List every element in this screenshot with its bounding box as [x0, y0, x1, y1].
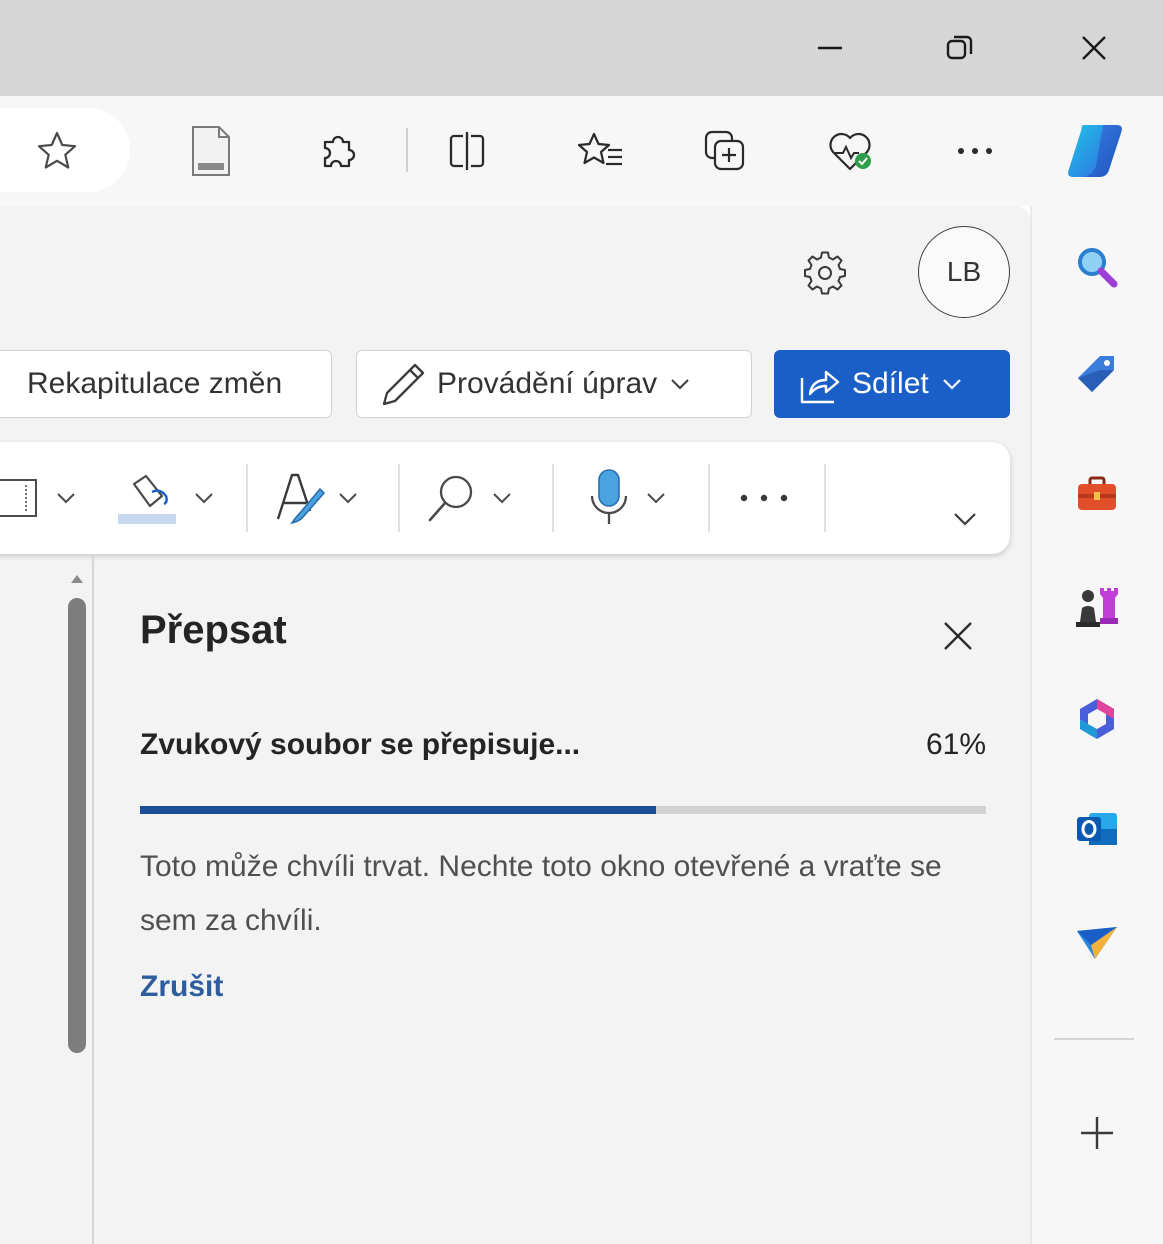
sidebar-drop-button[interactable]	[1060, 906, 1134, 980]
sidebar-m365-button[interactable]	[1060, 682, 1134, 756]
progress-bar-fill	[140, 806, 657, 814]
settings-button[interactable]	[792, 240, 858, 306]
immersive-reader-button[interactable]	[176, 116, 246, 186]
find-icon	[428, 475, 473, 522]
close-icon	[1082, 36, 1106, 60]
ribbon-divider	[552, 464, 554, 532]
borders-button[interactable]	[0, 456, 100, 540]
scroll-up-arrow[interactable]	[66, 568, 88, 590]
shading-icon	[118, 474, 176, 524]
borders-icon	[0, 479, 37, 517]
share-button[interactable]: Sdílet	[774, 350, 1010, 418]
title-bar	[0, 0, 1163, 96]
dictate-button[interactable]	[584, 456, 694, 540]
gear-icon	[804, 251, 846, 295]
more-icon	[740, 494, 788, 502]
ribbon-divider	[246, 464, 248, 532]
copilot-icon	[1068, 125, 1122, 177]
review-changes-button[interactable]: Rekapitulace změn	[0, 350, 332, 418]
sidebar-games-button[interactable]	[1060, 568, 1134, 642]
restore-icon	[946, 35, 973, 60]
toolbar-divider	[406, 128, 408, 172]
chevron-down-icon	[195, 493, 213, 504]
chevron-down-icon	[493, 493, 511, 504]
address-bar[interactable]	[0, 108, 130, 192]
chevron-down-icon	[942, 379, 961, 390]
pane-divider	[92, 554, 94, 1244]
outlook-icon	[1077, 813, 1117, 845]
sidebar-divider	[1054, 1038, 1134, 1040]
extensions-icon	[323, 135, 356, 168]
close-window-button[interactable]	[1054, 20, 1134, 76]
sidebar-add-button[interactable]	[1060, 1096, 1134, 1170]
copilot-button[interactable]	[1060, 116, 1130, 186]
info-message: Toto může chvíli trvat. Nechte toto okno…	[140, 850, 942, 937]
shading-button[interactable]	[116, 456, 236, 540]
styles-icon	[276, 473, 326, 525]
favorites-icon	[577, 132, 622, 166]
collections-icon	[704, 130, 745, 171]
ribbon-divider	[398, 464, 400, 532]
microsoft-365-icon	[1080, 699, 1114, 739]
favorite-star-icon	[37, 131, 77, 169]
tools-icon	[1078, 476, 1116, 510]
expand-icon	[954, 513, 976, 526]
minimize-button[interactable]	[790, 20, 870, 76]
chevron-down-icon	[57, 493, 75, 504]
chevron-down-icon	[647, 493, 665, 504]
add-icon	[1081, 1117, 1113, 1149]
split-screen-button[interactable]	[432, 116, 502, 186]
collections-button[interactable]	[690, 116, 760, 186]
avatar[interactable]: LB	[918, 226, 1010, 318]
chevron-down-icon	[339, 493, 357, 504]
share-icon	[800, 370, 840, 404]
editing-mode-button[interactable]: Provádění úprav	[356, 350, 752, 418]
pane-title: Přepsat	[140, 608, 287, 652]
ribbon-expand-button[interactable]	[950, 476, 990, 560]
document-icon	[192, 126, 230, 176]
sidebar-outlook-button[interactable]	[1060, 792, 1134, 866]
pencil-icon	[382, 363, 425, 406]
drop-icon	[1077, 927, 1117, 959]
close-icon	[944, 622, 972, 650]
progress-bar	[140, 806, 986, 814]
progress-percent: 61%	[925, 728, 986, 761]
avatar-initials: LB	[946, 256, 982, 287]
restore-button[interactable]	[920, 20, 1000, 76]
search-icon	[1078, 248, 1118, 288]
browser-essentials-icon	[829, 132, 871, 171]
ribbon-divider	[824, 464, 826, 532]
styles-button[interactable]	[270, 456, 382, 540]
minimize-icon	[818, 46, 842, 50]
close-pane-button[interactable]	[930, 608, 986, 664]
sidebar-tools-button[interactable]	[1060, 456, 1134, 530]
games-icon	[1076, 588, 1118, 627]
browser-toolbar	[0, 96, 1163, 206]
review-changes-label: Rekapitulace změn	[27, 367, 283, 400]
more-button[interactable]	[940, 116, 1010, 186]
find-button[interactable]	[424, 456, 534, 540]
sidebar-search-button[interactable]	[1060, 230, 1134, 304]
dictate-icon	[590, 469, 628, 524]
transcription-status: Zvukový soubor se přepisuje...	[140, 728, 581, 761]
ribbon-more-button[interactable]	[736, 456, 796, 540]
cancel-link[interactable]: Zrušit	[140, 970, 223, 1004]
triangle-up-icon	[71, 575, 83, 583]
favorite-button[interactable]	[32, 126, 82, 176]
more-icon	[958, 148, 992, 154]
browser-essentials-button[interactable]	[816, 116, 886, 186]
scrollbar-thumb[interactable]	[68, 598, 86, 1053]
favorites-button[interactable]	[566, 116, 636, 186]
sidebar-shopping-button[interactable]	[1060, 334, 1134, 408]
split-screen-icon	[449, 132, 485, 170]
shopping-tag-icon	[1078, 356, 1114, 392]
editing-mode-label: Provádění úprav	[437, 367, 658, 400]
share-label: Sdílet	[852, 367, 929, 400]
extensions-button[interactable]	[304, 116, 374, 186]
ribbon-divider	[708, 464, 710, 532]
chevron-down-icon	[671, 379, 689, 390]
